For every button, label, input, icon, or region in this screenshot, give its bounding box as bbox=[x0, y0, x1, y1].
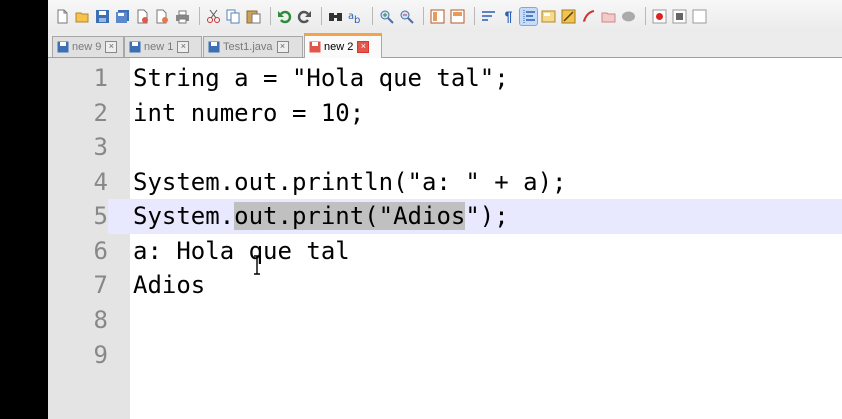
editor-line: 9 bbox=[48, 338, 842, 373]
toolbar-separator bbox=[474, 7, 475, 25]
tab-label: new 2 bbox=[324, 41, 354, 53]
code-editor[interactable]: 1 String a = "Hola que tal"; 2 int numer… bbox=[48, 58, 842, 419]
toolbar-separator bbox=[372, 7, 373, 25]
monitoring-icon[interactable] bbox=[600, 8, 617, 25]
toolbar: ab ¶ bbox=[48, 0, 842, 32]
line-text[interactable]: System.out.println("a: " + a); bbox=[133, 165, 566, 200]
line-number: 9 bbox=[93, 341, 108, 369]
close-all-icon[interactable] bbox=[154, 8, 171, 25]
tab-new-9[interactable]: new 9 × bbox=[52, 36, 124, 57]
find-icon[interactable] bbox=[327, 8, 344, 25]
stop-record-icon[interactable] bbox=[671, 8, 688, 25]
tab-test1-java[interactable]: Test1.java × bbox=[203, 36, 303, 57]
line-text[interactable]: int numero = 10; bbox=[133, 96, 364, 131]
tab-new-2[interactable]: new 2 × bbox=[304, 33, 382, 58]
line-text-after-selection: "); bbox=[465, 202, 509, 230]
sync-horizontal-icon[interactable] bbox=[449, 8, 466, 25]
line-text[interactable]: Adios bbox=[133, 268, 205, 303]
line-number: 7 bbox=[93, 271, 108, 299]
text-cursor-icon bbox=[254, 255, 260, 275]
line-text-before-selection: System. bbox=[133, 202, 235, 230]
play-macro-icon[interactable] bbox=[691, 8, 708, 25]
word-wrap-icon[interactable] bbox=[480, 8, 497, 25]
zoom-out-icon[interactable] bbox=[398, 8, 415, 25]
indent-guide-icon[interactable] bbox=[519, 6, 538, 26]
line-number: 4 bbox=[93, 168, 108, 196]
file-unsaved-icon bbox=[309, 41, 321, 53]
tab-label: Test1.java bbox=[223, 41, 273, 53]
toolbar-separator bbox=[270, 7, 271, 25]
doc-map-icon[interactable] bbox=[540, 8, 557, 25]
editor-line: 7 Adios bbox=[48, 268, 842, 303]
line-text[interactable]: String a = "Hola que tal"; bbox=[133, 61, 509, 96]
notepadpp-window: ab ¶ new 9 × new 1 × Test1.java × new 2 … bbox=[48, 0, 842, 419]
file-saved-icon bbox=[129, 41, 141, 53]
redo-icon[interactable] bbox=[296, 8, 313, 25]
record-macro-icon[interactable] bbox=[651, 8, 668, 25]
editor-line: 3 bbox=[48, 130, 842, 165]
zoom-in-icon[interactable] bbox=[378, 8, 395, 25]
open-file-icon[interactable] bbox=[74, 8, 91, 25]
editor-line: 6 a: Hola que tal bbox=[48, 234, 842, 269]
close-tab-icon[interactable]: × bbox=[177, 41, 190, 53]
close-tab-icon[interactable]: × bbox=[276, 41, 289, 53]
line-number: 8 bbox=[93, 306, 108, 334]
toolbar-separator bbox=[423, 7, 424, 25]
function-list-icon[interactable] bbox=[560, 8, 577, 25]
line-text[interactable]: a: Hola que tal bbox=[133, 234, 350, 269]
tab-label: new 1 bbox=[144, 41, 174, 53]
toolbar-separator bbox=[321, 7, 322, 25]
line-text[interactable]: System.out.print("Adios"); bbox=[133, 199, 509, 234]
file-saved-icon bbox=[57, 41, 69, 53]
editor-line-current: 5 System.out.print("Adios"); bbox=[48, 199, 842, 234]
sync-vertical-icon[interactable] bbox=[429, 8, 446, 25]
save-icon[interactable] bbox=[94, 8, 111, 25]
undo-icon[interactable] bbox=[276, 8, 293, 25]
line-number: 3 bbox=[93, 133, 108, 161]
line-number: 6 bbox=[93, 237, 108, 265]
editor-line: 8 bbox=[48, 303, 842, 338]
new-file-icon[interactable] bbox=[54, 8, 71, 25]
copy-icon[interactable] bbox=[225, 8, 242, 25]
toolbar-separator bbox=[199, 7, 200, 25]
editor-line: 4 System.out.println("a: " + a); bbox=[48, 165, 842, 200]
show-all-chars-icon[interactable]: ¶ bbox=[500, 8, 517, 25]
tab-bar: new 9 × new 1 × Test1.java × new 2 × bbox=[48, 32, 842, 58]
folder-workspace-icon[interactable] bbox=[580, 8, 597, 25]
line-number: 5 bbox=[48, 199, 108, 234]
print-icon[interactable] bbox=[174, 8, 191, 25]
close-tab-icon[interactable]: × bbox=[105, 41, 118, 53]
text-selection[interactable]: out.print("Adios bbox=[234, 202, 466, 230]
line-number: 1 bbox=[93, 64, 108, 92]
editor-line: 2 int numero = 10; bbox=[48, 96, 842, 131]
close-tab-icon[interactable]: × bbox=[357, 41, 370, 53]
tab-new-1[interactable]: new 1 × bbox=[124, 36, 202, 57]
close-icon[interactable] bbox=[134, 8, 151, 25]
tab-label: new 9 bbox=[72, 41, 102, 53]
paste-icon[interactable] bbox=[245, 8, 262, 25]
save-all-icon[interactable] bbox=[114, 8, 131, 25]
cut-icon[interactable] bbox=[205, 8, 222, 25]
file-saved-icon bbox=[208, 41, 220, 53]
svg-text:b: b bbox=[354, 15, 360, 24]
editor-line: 1 String a = "Hola que tal"; bbox=[48, 61, 842, 96]
replace-icon[interactable]: ab bbox=[347, 8, 364, 25]
line-number: 2 bbox=[93, 99, 108, 127]
macro-icon[interactable] bbox=[620, 8, 637, 25]
toolbar-separator bbox=[645, 7, 646, 25]
